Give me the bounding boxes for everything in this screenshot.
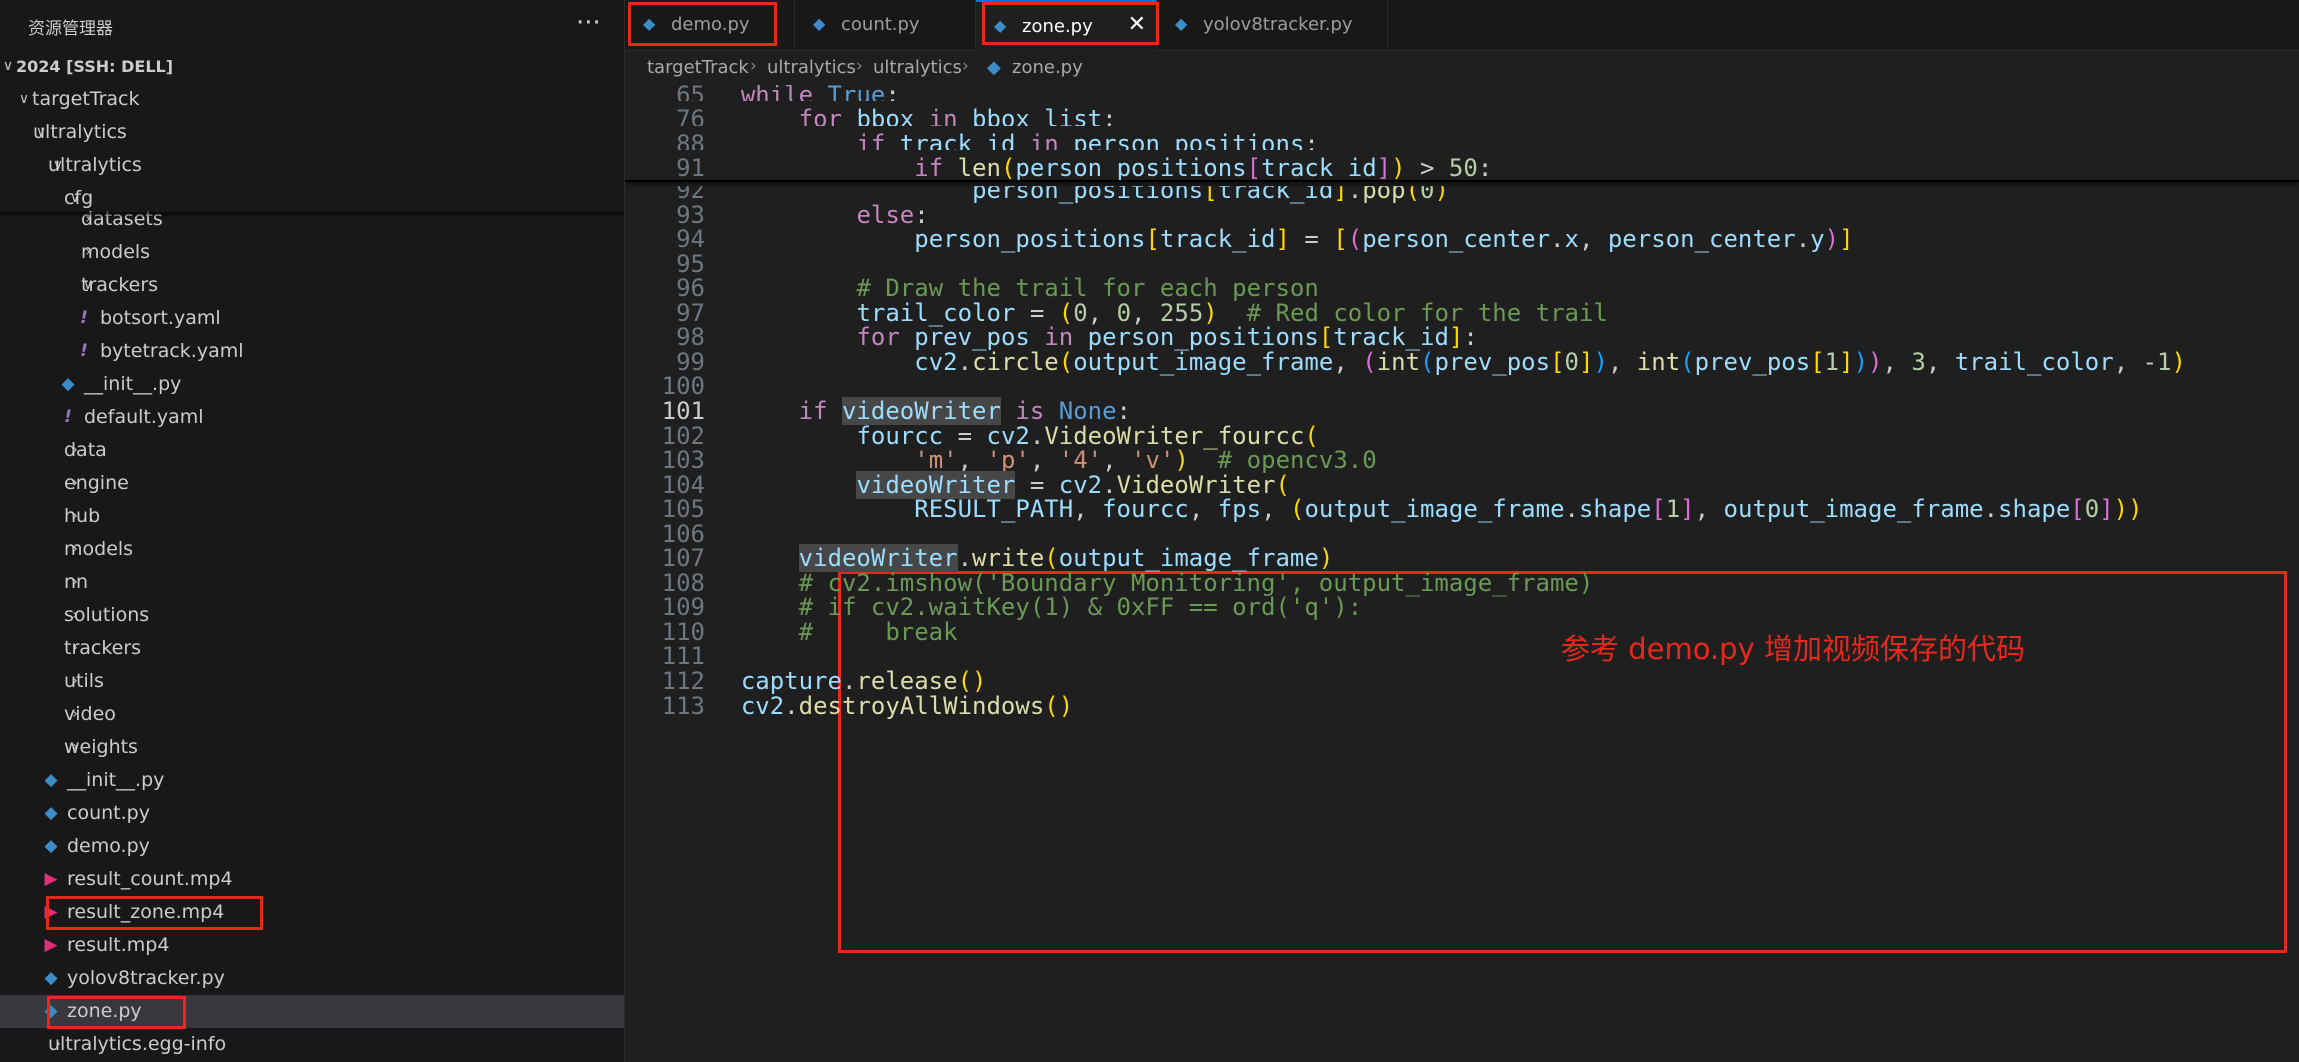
tree-item-label: ultralytics: [48, 154, 142, 176]
tree-item-label: __init__.py: [67, 769, 165, 791]
breadcrumb-item[interactable]: ultralytics: [873, 57, 962, 78]
tree-item-label: engine: [64, 472, 129, 494]
sticky-scroll-shadow: [0, 212, 624, 218]
tree-item[interactable]: ∨ ultralytics: [0, 149, 624, 182]
yaml-file-icon: !: [80, 308, 88, 328]
tree-item[interactable]: › engine: [0, 467, 624, 500]
tree-item-label: data: [64, 439, 107, 461]
tree-item-label: trackers: [64, 637, 142, 659]
tree-item[interactable]: ◆ __init__.py: [0, 764, 624, 797]
tree-item-label: weights: [64, 736, 138, 758]
tree-item[interactable]: ▶ result.mp4: [0, 929, 624, 962]
highlight-box: [47, 996, 186, 1029]
tree-item[interactable]: ∨ targetTrack: [0, 83, 624, 116]
yaml-file-icon: !: [64, 407, 72, 427]
tree-item[interactable]: › utils: [0, 665, 624, 698]
python-file-icon: ◆: [987, 57, 1001, 78]
tree-item-label: video: [64, 703, 116, 725]
python-file-icon: ◆: [813, 14, 826, 33]
tree-item-label: default.yaml: [84, 406, 204, 428]
tree-item[interactable]: › video: [0, 698, 624, 731]
python-file-icon: ◆: [61, 374, 75, 394]
chevron-right-icon: ›: [750, 56, 757, 76]
tree-item-label: nn: [64, 571, 89, 593]
yaml-file-icon: !: [80, 341, 88, 361]
more-actions-icon[interactable]: ···: [576, 8, 601, 38]
tree-item[interactable]: › models: [0, 533, 624, 566]
python-file-icon: ◆: [1175, 14, 1188, 33]
explorer-header: 资源管理器 ···: [0, 0, 624, 50]
tree-item-label: result.mp4: [67, 934, 170, 956]
tree-item-label: utils: [64, 670, 104, 692]
highlight-box: [628, 2, 777, 46]
tree-item[interactable]: › nn: [0, 566, 624, 599]
sticky-scroll-divider: [625, 180, 2299, 182]
tree-item-label: ultralytics.egg-info: [48, 1033, 227, 1055]
tab-label: count.py: [841, 14, 920, 35]
highlight-box: [46, 896, 263, 930]
python-file-icon: ◆: [44, 968, 58, 988]
breadcrumb-item[interactable]: ultralytics: [767, 57, 856, 78]
editor-tabs: ◆ demo.py ◆ count.py ◆ zone.py ✕ ◆ yolov…: [625, 0, 2299, 51]
tree-item[interactable]: ∨ trackers: [0, 269, 624, 302]
tree-item-label: __init__.py: [84, 373, 182, 395]
python-file-icon: ◆: [44, 770, 58, 790]
video-file-icon: ▶: [44, 935, 58, 955]
tree-item[interactable]: ! bytetrack.yaml: [0, 335, 624, 368]
tree-item[interactable]: › trackers: [0, 632, 624, 665]
tree-item-label: models: [81, 241, 151, 263]
tree-item-label: ultralytics: [33, 121, 127, 143]
tree-item-label: count.py: [67, 802, 150, 824]
python-file-icon: ◆: [44, 803, 58, 823]
explorer-title: 资源管理器: [28, 19, 113, 39]
tree-item[interactable]: ◆ __init__.py: [0, 368, 624, 401]
python-file-icon: ◆: [44, 836, 58, 856]
tree-item-label: targetTrack: [32, 88, 140, 110]
tree-item-label: yolov8tracker.py: [67, 967, 225, 989]
tree-item[interactable]: ! default.yaml: [0, 401, 624, 434]
tree-item-label: result_count.mp4: [67, 868, 233, 890]
tree-item[interactable]: › ultralytics.egg-info: [0, 1028, 624, 1061]
chevron-right-icon: ›: [856, 56, 863, 76]
tree-item[interactable]: ◆ yolov8tracker.py: [0, 962, 624, 995]
code-line[interactable]: 113 cv2.destroyAllWindows(): [625, 688, 2299, 724]
tree-item[interactable]: › datasets: [0, 203, 624, 236]
tab-label: yolov8tracker.py: [1203, 14, 1353, 35]
chevron-right-icon: ›: [962, 56, 969, 76]
tree-item[interactable]: ! botsort.yaml: [0, 302, 624, 335]
tree-item-label: hub: [64, 505, 101, 527]
breadcrumb-item[interactable]: zone.py: [1012, 57, 1083, 78]
breadcrumb-item[interactable]: targetTrack: [647, 57, 749, 78]
tree-item-label: botsort.yaml: [100, 307, 221, 329]
tree-item-label: 2024 [SSH: DELL]: [16, 57, 174, 76]
tree-item-label: bytetrack.yaml: [100, 340, 244, 362]
video-file-icon: ▶: [44, 869, 58, 889]
tab-count-py[interactable]: ◆ count.py: [795, 0, 976, 50]
tree-item[interactable]: ∨ ultralytics: [0, 116, 624, 149]
tree-item[interactable]: ▶ result_count.mp4: [0, 863, 624, 896]
code-text: cv2.destroyAllWindows(): [740, 692, 1074, 720]
tree-item-label: solutions: [64, 604, 150, 626]
tree-item[interactable]: ∨ 2024 [SSH: DELL]: [0, 50, 624, 83]
tree-item[interactable]: ◆ count.py: [0, 797, 624, 830]
tree-item-label: trackers: [81, 274, 159, 296]
tree-item-label: datasets: [81, 208, 163, 230]
tree-item[interactable]: › hub: [0, 500, 624, 533]
highlight-box: [982, 2, 1159, 45]
tree-item-label: models: [64, 538, 134, 560]
tree-item[interactable]: › solutions: [0, 599, 624, 632]
tree-item-label: demo.py: [67, 835, 150, 857]
tab-yolov8tracker-py[interactable]: ◆ yolov8tracker.py: [1157, 0, 1388, 50]
tree-item[interactable]: › weights: [0, 731, 624, 764]
chevron-down-icon: ∨: [18, 91, 30, 107]
tree-item[interactable]: › data: [0, 434, 624, 467]
tree-item[interactable]: › models: [0, 236, 624, 269]
breadcrumb: targetTrack › ultralytics › ultralytics …: [625, 51, 2299, 85]
tree-item[interactable]: ◆ demo.py: [0, 830, 624, 863]
